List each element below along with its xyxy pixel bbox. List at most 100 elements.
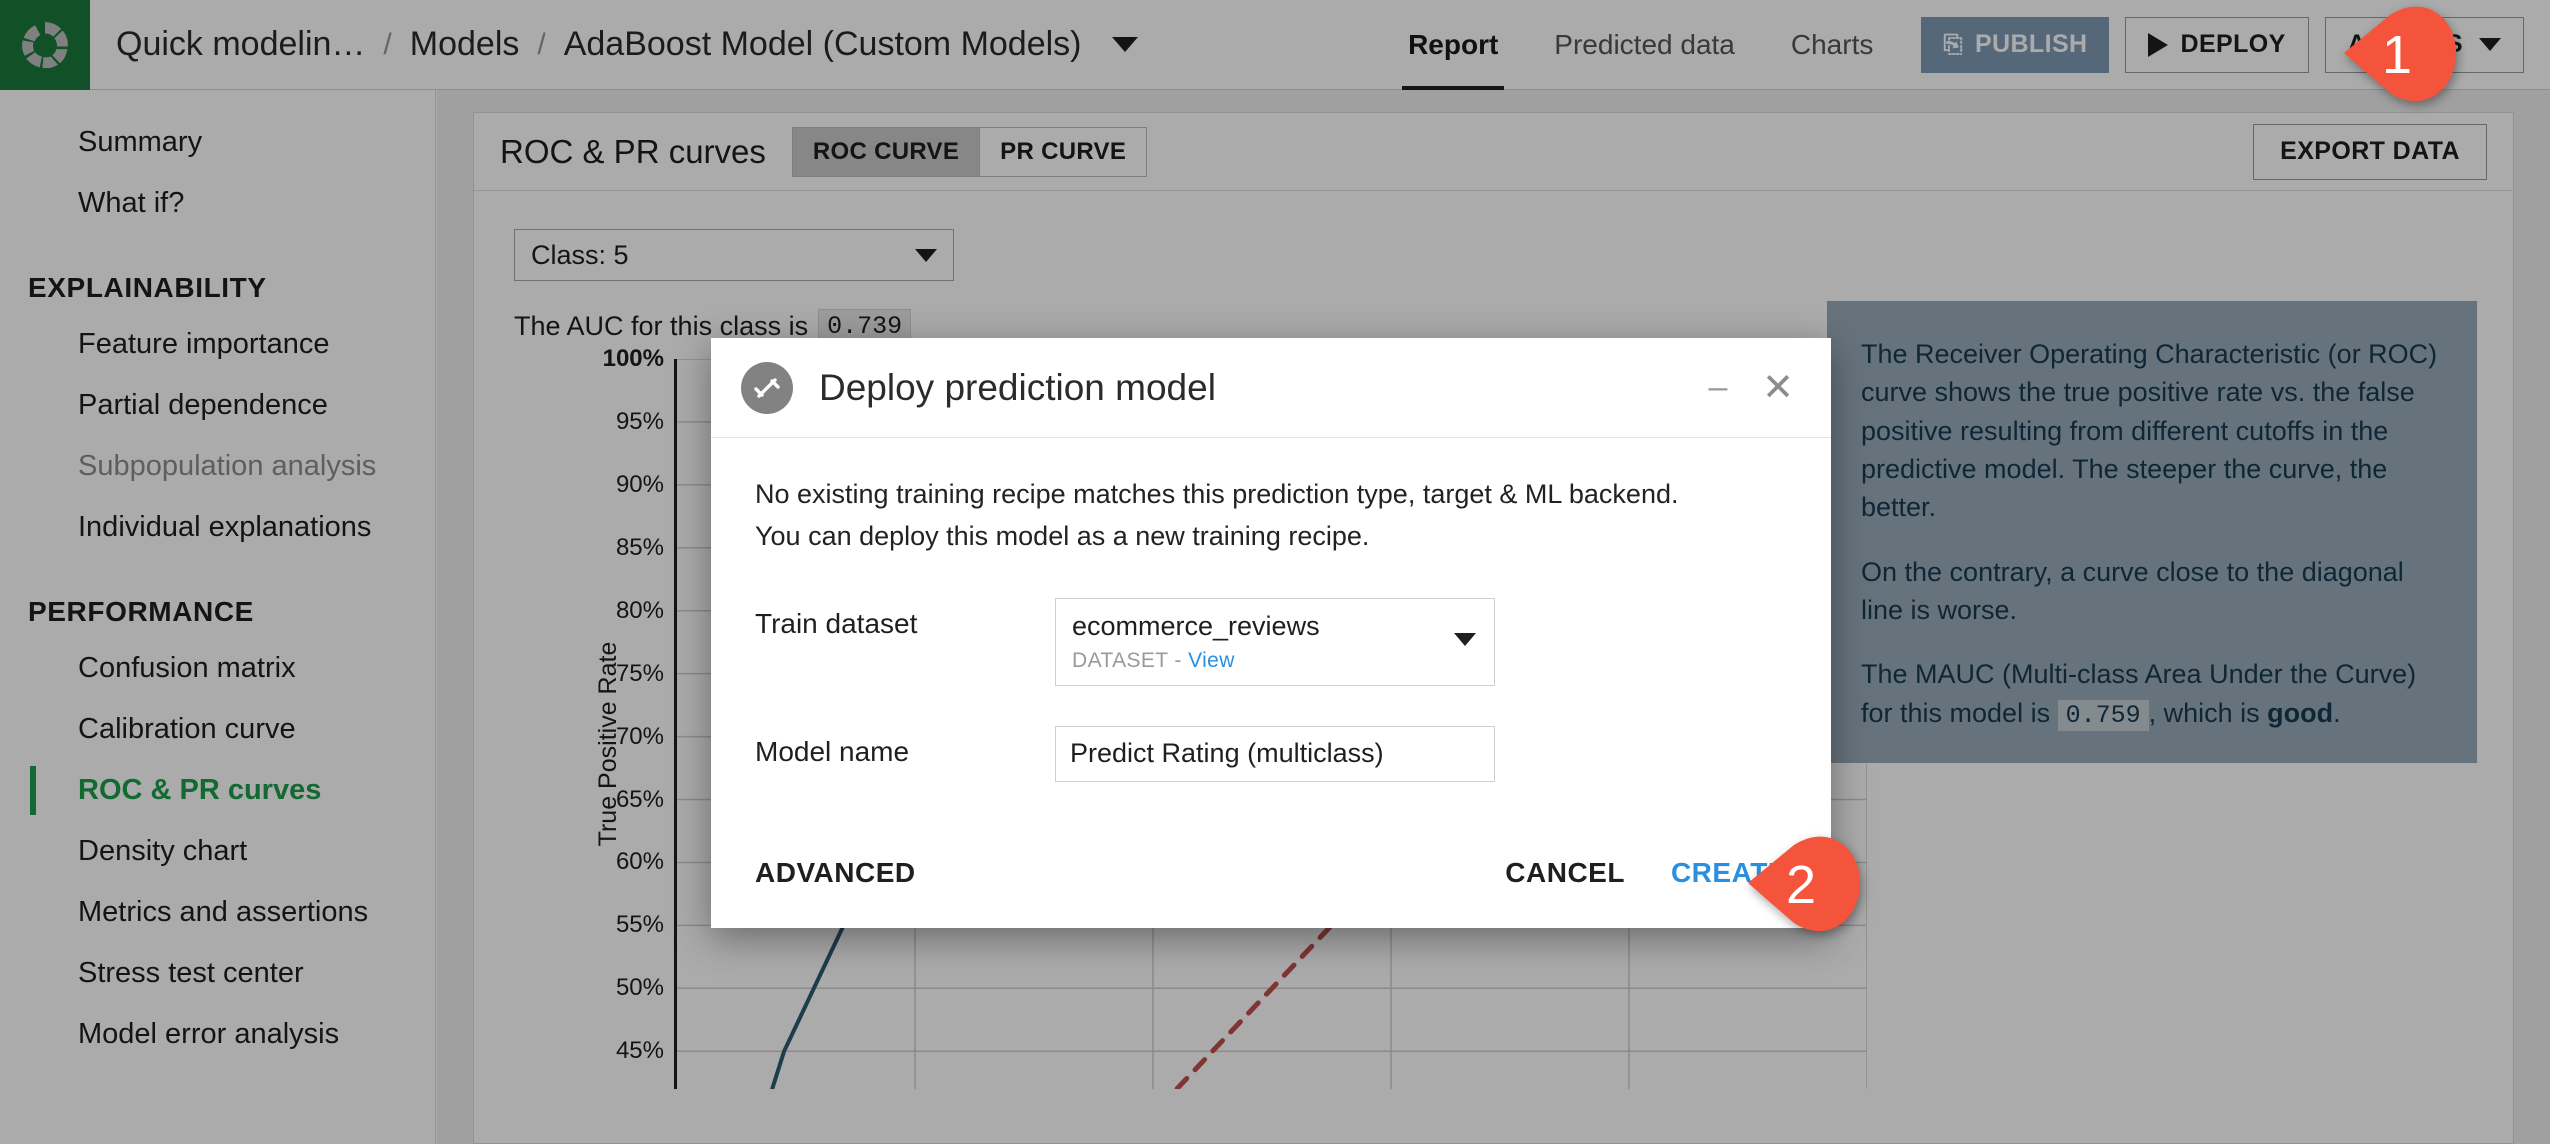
sidebar-item-metrics-and-assertions[interactable]: Metrics and assertions (0, 882, 435, 943)
breadcrumb: Quick modelin… / Models / AdaBoost Model… (116, 25, 1138, 64)
callout-pin-1 (2338, 3, 2456, 107)
publish-icon: ⎘ (1943, 30, 1963, 58)
y-axis-tick-label: 65% (615, 785, 664, 813)
breadcrumb-separator-2: / (537, 27, 546, 61)
dataiku-logo-icon (22, 21, 68, 68)
tab-roc-curve-label: ROC CURVE (812, 137, 960, 165)
sidebar-item-label: What if? (78, 187, 185, 219)
mauc-value: 0.759 (2057, 699, 2149, 731)
chevron-down-icon[interactable] (1111, 37, 1138, 52)
train-dataset-select[interactable]: ecommerce_reviews DATASET - View (1055, 597, 1495, 686)
tab-report-label: Report (1408, 28, 1499, 60)
info-paragraph-1: The Receiver Operating Characteristic (o… (1861, 339, 2438, 523)
mauc-end: . (2333, 697, 2341, 728)
dataset-subtext-separator: - (1174, 648, 1182, 672)
sidebar-item-roc-pr-curves[interactable]: ROC & PR curves (0, 760, 435, 821)
dialog-header: Deploy prediction model – ✕ (711, 338, 1831, 438)
tab-report[interactable]: Report (1380, 0, 1526, 90)
card-header: ROC & PR curves ROC CURVE PR CURVE EXPOR… (474, 113, 2513, 191)
sidebar-item-model-error-analysis[interactable]: Model error analysis (0, 1004, 435, 1065)
callout-pin-2-shape (1748, 836, 1860, 932)
model-name-label: Model name (755, 735, 910, 767)
model-name-row: Model name (755, 725, 1787, 782)
dataset-view-link[interactable]: View (1188, 649, 1235, 672)
chevron-down-icon (2479, 38, 2501, 51)
y-axis-tick-label: 50% (615, 974, 664, 1002)
deploy-label: DEPLOY (2180, 30, 2286, 58)
sidebar-item-label: Feature importance (78, 328, 330, 360)
dataiku-logo-button[interactable] (0, 0, 90, 90)
sidebar-item-stress-test-center[interactable]: Stress test center (0, 943, 435, 1004)
tab-predicted-data-label: Predicted data (1554, 28, 1735, 60)
breadcrumb-separator-1: / (383, 27, 392, 61)
tab-charts-label: Charts (1790, 28, 1874, 60)
export-data-label: EXPORT DATA (2280, 137, 2460, 165)
sidebar-item-summary[interactable]: Summary (0, 112, 435, 173)
train-dataset-subtext: DATASET - View (1072, 649, 1478, 673)
y-axis-tick-label: 60% (615, 848, 664, 876)
sidebar-item-partial-dependence[interactable]: Partial dependence (0, 375, 435, 436)
y-axis-tick-label: 100% (602, 345, 664, 372)
curve-type-toggle: ROC CURVE PR CURVE (791, 126, 1148, 177)
publish-label: PUBLISH (1974, 30, 2088, 58)
cancel-button[interactable]: CANCEL (1505, 857, 1625, 889)
y-axis-tick-label: 95% (615, 407, 664, 435)
train-dataset-value: ecommerce_reviews (1072, 610, 1320, 641)
y-axis-tick-label: 85% (615, 533, 664, 561)
chevron-down-icon (915, 248, 937, 262)
sidebar-item-label: Partial dependence (78, 389, 328, 421)
model-name-input[interactable] (1055, 725, 1495, 782)
tab-charts[interactable]: Charts (1763, 0, 1901, 90)
deploy-prediction-model-dialog: Deploy prediction model – ✕ No existing … (711, 338, 1831, 928)
deploy-button[interactable]: DEPLOY (2125, 16, 2309, 73)
tab-roc-curve[interactable]: ROC CURVE (792, 127, 980, 176)
sidebar-item-individual-explanations[interactable]: Individual explanations (0, 497, 435, 558)
sidebar: Summary What if? EXPLAINABILITY Feature … (0, 90, 436, 1144)
close-icon[interactable]: ✕ (1755, 369, 1801, 407)
top-bar: Quick modelin… / Models / AdaBoost Model… (0, 0, 2550, 90)
sidebar-item-what-if[interactable]: What if? (0, 173, 435, 234)
advanced-button[interactable]: ADVANCED (755, 857, 916, 889)
y-axis-tick-label: 80% (615, 596, 664, 624)
info-paragraph-2: On the contrary, a curve close to the di… (1861, 556, 2404, 625)
info-paragraph-3: The MAUC (Multi-class Area Under the Cur… (1861, 655, 2443, 733)
train-dataset-label: Train dataset (755, 607, 918, 639)
dialog-footer: ADVANCED CANCEL CREATE (711, 818, 1831, 928)
dialog-title: Deploy prediction model (819, 366, 1216, 408)
publish-button[interactable]: ⎘ PUBLISH (1921, 16, 2110, 73)
callout-pin-1-shape (2344, 6, 2456, 102)
breadcrumb-models[interactable]: Models (410, 25, 520, 64)
sidebar-item-label: Stress test center (78, 957, 304, 989)
y-axis-tick-label: 90% (615, 470, 664, 498)
dumbbell-icon (754, 377, 780, 398)
sidebar-item-label: Summary (78, 126, 203, 158)
minimize-icon[interactable]: – (1695, 368, 1741, 407)
sidebar-item-label: Model error analysis (78, 1018, 340, 1050)
y-axis-tick-label: 45% (615, 1037, 664, 1065)
class-select[interactable]: Class: 5 (514, 229, 954, 281)
dialog-message-line-2: You can deploy this model as a new train… (755, 520, 1370, 551)
sidebar-item-calibration-curve[interactable]: Calibration curve (0, 699, 435, 760)
y-axis-tick-label: 70% (615, 722, 664, 750)
tab-pr-curve[interactable]: PR CURVE (979, 127, 1147, 176)
sidebar-group-performance: PERFORMANCE (28, 596, 254, 627)
sidebar-item-feature-importance[interactable]: Feature importance (0, 314, 435, 375)
sidebar-item-label: Confusion matrix (78, 652, 296, 684)
sidebar-item-label: Density chart (78, 835, 248, 867)
y-axis-tick-label: 55% (615, 911, 664, 939)
sidebar-item-label: Individual explanations (78, 511, 372, 543)
sidebar-item-label: Metrics and assertions (78, 896, 369, 928)
export-data-button[interactable]: EXPORT DATA (2253, 123, 2487, 180)
tab-predicted-data[interactable]: Predicted data (1526, 0, 1763, 90)
y-axis-tick-label: 75% (615, 659, 664, 687)
mauc-quality: good (2267, 697, 2334, 728)
sidebar-item-density-chart[interactable]: Density chart (0, 821, 435, 882)
chevron-down-icon (1454, 632, 1476, 646)
breadcrumb-model-name: AdaBoost Model (Custom Models) (563, 25, 1082, 63)
play-icon (2148, 32, 2169, 57)
roc-info-panel: The Receiver Operating Characteristic (o… (1827, 301, 2477, 764)
sidebar-item-label: ROC & PR curves (78, 774, 322, 806)
mauc-mid: , which is (2148, 697, 2260, 728)
breadcrumb-project[interactable]: Quick modelin… (116, 25, 365, 64)
sidebar-item-confusion-matrix[interactable]: Confusion matrix (0, 638, 435, 699)
